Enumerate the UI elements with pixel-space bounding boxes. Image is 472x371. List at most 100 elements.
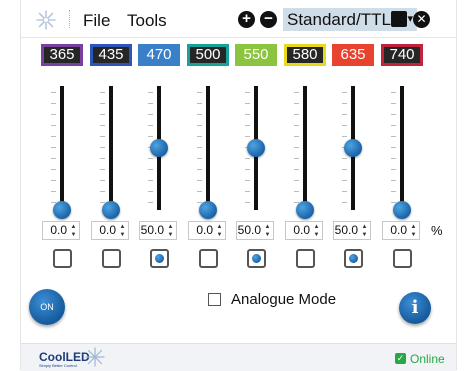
minimize-button[interactable] <box>391 11 407 27</box>
slider-track-365[interactable] <box>60 86 64 210</box>
level-spinner-500[interactable]: 0.0 ▲ ▼ <box>188 221 226 240</box>
spinner-arrows-icon[interactable]: ▲ ▼ <box>167 223 174 239</box>
analogue-mode-checkbox[interactable] <box>208 293 221 306</box>
channel-toggle-635[interactable] <box>344 249 363 268</box>
spinner-arrows-icon[interactable]: ▲ ▼ <box>410 223 417 239</box>
slider-tick <box>342 158 347 159</box>
slider-track-435[interactable] <box>109 86 113 210</box>
spinner-arrows-icon[interactable]: ▲ ▼ <box>216 223 223 239</box>
spinner-arrows-icon[interactable]: ▲ ▼ <box>70 223 77 239</box>
wavelength-550[interactable]: 550 <box>235 44 277 66</box>
slider-tick <box>100 169 105 170</box>
slider-handle-500[interactable] <box>199 201 217 219</box>
channel-toggle-365[interactable] <box>53 249 72 268</box>
slider-tick <box>51 136 56 137</box>
channel-toggle-550[interactable] <box>247 249 266 268</box>
slider-handle-435[interactable] <box>102 201 120 219</box>
slider-tick <box>294 114 299 115</box>
title-divider <box>21 37 456 38</box>
slider-tick <box>197 191 202 192</box>
wavelength-635[interactable]: 635 <box>332 44 374 66</box>
channel-toggle-500[interactable] <box>199 249 218 268</box>
slider-tick <box>342 92 347 93</box>
wavelength-435[interactable]: 435 <box>90 44 132 66</box>
brand-tagline: Simply Better Control <box>39 363 77 368</box>
level-value: 50.0 <box>140 223 164 237</box>
wavelength-580[interactable]: 580 <box>284 44 326 66</box>
channel-toggle-435[interactable] <box>102 249 121 268</box>
slider-tick <box>294 92 299 93</box>
slider-handle-580[interactable] <box>296 201 314 219</box>
slider-tick <box>197 169 202 170</box>
wavelength-740[interactable]: 740 <box>381 44 423 66</box>
check-icon: ✓ <box>395 353 406 364</box>
spinner-arrows-icon[interactable]: ▲ ▼ <box>119 223 126 239</box>
slider-tick <box>245 103 250 104</box>
slider-tick <box>148 180 153 181</box>
add-icon[interactable]: + <box>238 11 255 28</box>
slider-tick <box>100 158 105 159</box>
checked-dot-icon <box>252 254 261 263</box>
wavelength-470[interactable]: 470 <box>138 44 180 66</box>
title-bar: File Tools + − Standard/TTL ▾ ✕ <box>21 0 456 37</box>
slider-track-740[interactable] <box>400 86 404 210</box>
slider-tick <box>245 92 250 93</box>
slider-tick <box>51 180 56 181</box>
menu-file[interactable]: File <box>83 11 110 31</box>
slider-tick <box>100 191 105 192</box>
remove-icon[interactable]: − <box>260 11 277 28</box>
slider-tick <box>294 180 299 181</box>
slider-tick <box>197 114 202 115</box>
slider-tick <box>294 125 299 126</box>
slider-handle-635[interactable] <box>344 139 362 157</box>
slider-tick <box>100 92 105 93</box>
spinner-arrows-icon[interactable]: ▲ ▼ <box>361 223 368 239</box>
level-spinner-550[interactable]: 50.0 ▲ ▼ <box>236 221 274 240</box>
channel-toggle-580[interactable] <box>296 249 315 268</box>
status-bar: CoolLED Simply Better Control ✓ Online <box>21 343 456 371</box>
slider-tick <box>100 125 105 126</box>
channel-toggle-740[interactable] <box>393 249 412 268</box>
slider-tick <box>100 103 105 104</box>
spinner-arrows-icon[interactable]: ▲ ▼ <box>264 223 271 239</box>
slider-tick <box>342 125 347 126</box>
slider-handle-470[interactable] <box>150 139 168 157</box>
slider-track-580[interactable] <box>303 86 307 210</box>
slider-tick <box>391 92 396 93</box>
slider-tick <box>51 147 56 148</box>
slider-tick <box>245 136 250 137</box>
level-value: 0.0 <box>196 223 213 237</box>
slider-handle-365[interactable] <box>53 201 71 219</box>
slider-tick <box>148 169 153 170</box>
slider-tick <box>51 114 56 115</box>
power-on-button[interactable]: ON <box>29 289 65 325</box>
slider-tick <box>100 180 105 181</box>
slider-tick <box>245 125 250 126</box>
slider-tick <box>245 191 250 192</box>
level-spinner-635[interactable]: 50.0 ▲ ▼ <box>333 221 371 240</box>
menu-tools[interactable]: Tools <box>127 11 167 31</box>
level-spinner-580[interactable]: 0.0 ▲ ▼ <box>285 221 323 240</box>
wavelength-500[interactable]: 500 <box>187 44 229 66</box>
level-spinner-365[interactable]: 0.0 ▲ ▼ <box>42 221 80 240</box>
channel-toggle-470[interactable] <box>150 249 169 268</box>
spinner-arrows-icon[interactable]: ▲ ▼ <box>313 223 320 239</box>
level-spinner-435[interactable]: 0.0 ▲ ▼ <box>91 221 129 240</box>
menu-logo-icon[interactable] <box>35 9 57 31</box>
slider-handle-740[interactable] <box>393 201 411 219</box>
slider-tick <box>342 136 347 137</box>
slider-tick <box>51 169 56 170</box>
level-value: 0.0 <box>50 223 67 237</box>
analogue-mode-label[interactable]: Analogue Mode <box>231 291 336 308</box>
level-spinner-740[interactable]: 0.0 ▲ ▼ <box>382 221 420 240</box>
info-button[interactable]: i <box>399 292 431 324</box>
slider-track-500[interactable] <box>206 86 210 210</box>
slider-tick <box>148 114 153 115</box>
close-button[interactable]: ✕ <box>413 11 430 28</box>
level-spinner-470[interactable]: 50.0 ▲ ▼ <box>139 221 177 240</box>
slider-handle-550[interactable] <box>247 139 265 157</box>
slider-tick <box>245 180 250 181</box>
level-value: 0.0 <box>99 223 116 237</box>
slider-tick <box>342 169 347 170</box>
wavelength-365[interactable]: 365 <box>41 44 83 66</box>
